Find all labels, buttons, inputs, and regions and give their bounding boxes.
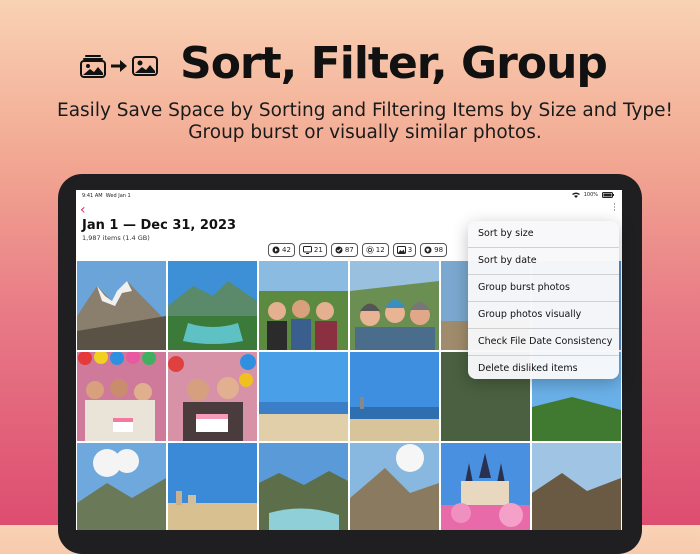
hero-subtitle: Easily Save Space by Sorting and Filteri… — [0, 100, 700, 144]
photo-stack-icon — [80, 55, 106, 78]
thumbs-down-icon — [424, 246, 432, 254]
photo-thumbnail[interactable] — [259, 352, 348, 441]
hero-icons — [80, 54, 158, 78]
hero-header: Sort, Filter, Group — [0, 38, 700, 98]
photo-icon — [132, 56, 158, 76]
photo-thumbnail[interactable] — [77, 443, 166, 530]
photo-thumbnail[interactable] — [77, 352, 166, 441]
sort-options-menu: Sort by size Sort by date Group burst ph… — [468, 221, 619, 379]
back-chevron-icon[interactable]: ‹ — [80, 202, 86, 218]
menu-item-delete-disliked[interactable]: Delete disliked items — [468, 356, 619, 379]
battery-icon — [602, 192, 614, 198]
photo-thumbnail[interactable] — [168, 352, 257, 441]
filter-screenshots-button[interactable]: 21 — [298, 243, 327, 257]
more-options-icon[interactable]: · · · — [613, 201, 616, 216]
wifi-icon — [571, 192, 580, 198]
photo-icon — [396, 246, 406, 254]
check-icon — [335, 246, 343, 254]
filter-chips: 42 21 87 12 3 98 — [268, 243, 448, 257]
menu-item-check-date-consistency[interactable]: Check File Date Consistency — [468, 329, 619, 356]
subtitle-line-1: Easily Save Space by Sorting and Filteri… — [57, 100, 673, 121]
photo-thumbnail[interactable] — [77, 261, 166, 350]
photo-thumbnail[interactable] — [350, 443, 439, 530]
photo-thumbnail[interactable] — [168, 261, 257, 350]
photo-thumbnail[interactable] — [532, 443, 621, 530]
play-icon — [272, 246, 280, 254]
filter-photos-button[interactable]: 3 — [392, 243, 417, 257]
filter-liked-button[interactable]: 87 — [330, 243, 358, 257]
menu-item-group-visually[interactable]: Group photos visually — [468, 302, 619, 329]
menu-item-sort-by-date[interactable]: Sort by date — [468, 248, 619, 275]
photo-thumbnail[interactable] — [259, 261, 348, 350]
battery-label: 100% — [583, 192, 598, 198]
status-bar: 9:41 AM Wed Jan 1 100% — [76, 190, 622, 202]
hero-title: Sort, Filter, Group — [180, 38, 608, 89]
filter-videos-button[interactable]: 42 — [268, 243, 295, 257]
arrow-right-icon — [111, 60, 127, 72]
status-date: Wed Jan 1 — [105, 193, 131, 199]
subtitle-line-2: Group burst or visually similar photos. — [188, 122, 542, 143]
item-count: 1,987 items (1.4 GB) — [82, 234, 150, 242]
status-time: 9:41 AM — [82, 193, 103, 199]
filter-disliked-button[interactable]: 98 — [420, 243, 448, 257]
live-icon — [366, 246, 374, 254]
photo-thumbnail[interactable] — [259, 443, 348, 530]
photo-thumbnail[interactable] — [168, 443, 257, 530]
menu-item-group-burst[interactable]: Group burst photos — [468, 275, 619, 302]
photo-thumbnail[interactable] — [350, 352, 439, 441]
filter-live-button[interactable]: 12 — [361, 243, 389, 257]
menu-item-sort-by-size[interactable]: Sort by size — [468, 221, 619, 248]
page-title: Jan 1 — Dec 31, 2023 — [82, 218, 237, 233]
photo-thumbnail[interactable] — [350, 261, 439, 350]
screen-icon — [302, 246, 312, 254]
photo-thumbnail[interactable] — [441, 443, 530, 530]
